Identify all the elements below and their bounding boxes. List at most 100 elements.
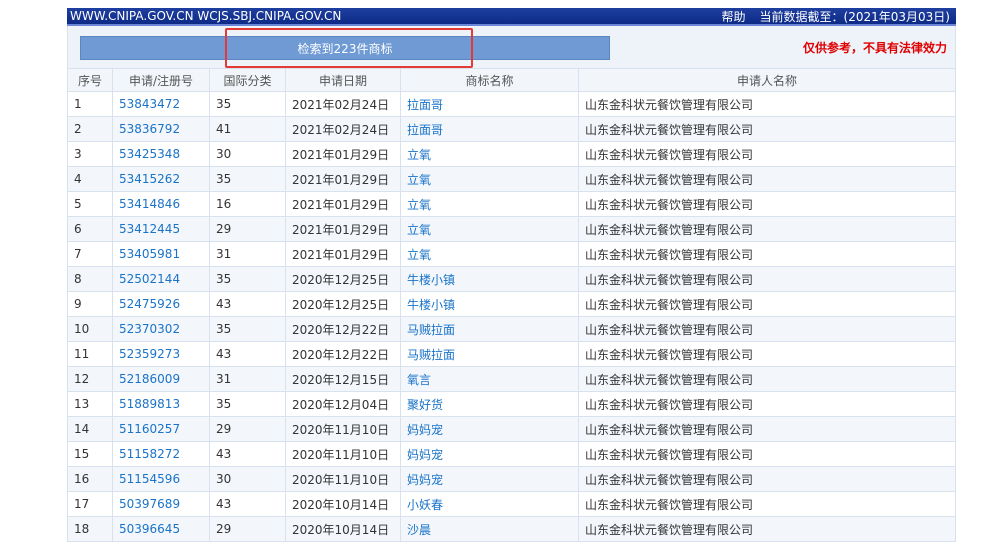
- trademark-name-link[interactable]: 立氧: [400, 241, 579, 267]
- trademark-name-link[interactable]: 立氧: [400, 216, 579, 242]
- trademark-name-link[interactable]: 聚好货: [400, 391, 579, 417]
- row-index: 14: [67, 416, 113, 442]
- applicant-cell: 山东金科状元餐饮管理有限公司: [578, 416, 956, 442]
- date-cell: 2020年10月14日: [285, 491, 401, 517]
- applicant-cell: 山东金科状元餐饮管理有限公司: [578, 191, 956, 217]
- reg-number-link[interactable]: 52502144: [112, 266, 210, 292]
- date-cell: 2021年01月29日: [285, 216, 401, 242]
- reg-number-link[interactable]: 50397689: [112, 491, 210, 517]
- applicant-cell: 山东金科状元餐饮管理有限公司: [578, 166, 956, 192]
- reg-number-link[interactable]: 52359273: [112, 341, 210, 367]
- applicant-cell: 山东金科状元餐饮管理有限公司: [578, 91, 956, 117]
- reg-number-link[interactable]: 51154596: [112, 466, 210, 492]
- row-index: 11: [67, 341, 113, 367]
- header-applicant: 申请人名称: [578, 68, 956, 92]
- trademark-name-link[interactable]: 拉面哥: [400, 116, 579, 142]
- applicant-cell: 山东金科状元餐饮管理有限公司: [578, 116, 956, 142]
- data-date: 当前数据截至：(2021年03月03日): [759, 9, 950, 24]
- table-row: 1 53843472 35 2021年02月24日 拉面哥 山东金科状元餐饮管理有限公司: [67, 91, 956, 117]
- reg-number-link[interactable]: 53836792: [112, 116, 210, 142]
- top-bar: WWW.CNIPA.GOV.CN WCJS.SBJ.CNIPA.GOV.CN 帮…: [67, 8, 956, 26]
- trademark-name-link[interactable]: 马贼拉面: [400, 316, 579, 342]
- row-index: 8: [67, 266, 113, 292]
- row-index: 7: [67, 241, 113, 267]
- table-row: 5 53414846 16 2021年01月29日 立氧 山东金科状元餐饮管理有限公司: [67, 191, 956, 217]
- help-link[interactable]: 帮助: [722, 8, 746, 25]
- row-index: 12: [67, 366, 113, 392]
- reg-number-link[interactable]: 52475926: [112, 291, 210, 317]
- reg-number-link[interactable]: 53405981: [112, 241, 210, 267]
- header-reg-number: 申请/注册号: [112, 68, 210, 92]
- trademark-name-link[interactable]: 立氧: [400, 166, 579, 192]
- class-cell: 29: [209, 216, 286, 242]
- search-result-label: 检索到223件商标: [297, 41, 393, 56]
- date-cell: 2021年01月29日: [285, 141, 401, 167]
- class-cell: 35: [209, 166, 286, 192]
- reg-number-link[interactable]: 53425348: [112, 141, 210, 167]
- applicant-cell: 山东金科状元餐饮管理有限公司: [578, 516, 956, 542]
- class-cell: 35: [209, 391, 286, 417]
- class-cell: 16: [209, 191, 286, 217]
- row-index: 10: [67, 316, 113, 342]
- trademark-name-link[interactable]: 妈妈宠: [400, 466, 579, 492]
- table-row: 6 53412445 29 2021年01月29日 立氧 山东金科状元餐饮管理有限公司: [67, 216, 956, 242]
- class-cell: 35: [209, 266, 286, 292]
- reg-number-link[interactable]: 53415262: [112, 166, 210, 192]
- reg-number-link[interactable]: 51889813: [112, 391, 210, 417]
- trademark-name-link[interactable]: 沙晨: [400, 516, 579, 542]
- applicant-cell: 山东金科状元餐饮管理有限公司: [578, 291, 956, 317]
- applicant-cell: 山东金科状元餐饮管理有限公司: [578, 316, 956, 342]
- trademark-name-link[interactable]: 氧言: [400, 366, 579, 392]
- reg-number-link[interactable]: 52370302: [112, 316, 210, 342]
- date-cell: 2021年01月29日: [285, 241, 401, 267]
- row-index: 4: [67, 166, 113, 192]
- trademark-name-link[interactable]: 小妖春: [400, 491, 579, 517]
- trademark-name-link[interactable]: 马贼拉面: [400, 341, 579, 367]
- reg-number-link[interactable]: 50396645: [112, 516, 210, 542]
- row-index: 6: [67, 216, 113, 242]
- applicant-cell: 山东金科状元餐饮管理有限公司: [578, 241, 956, 267]
- reg-number-link[interactable]: 53412445: [112, 216, 210, 242]
- reg-number-link[interactable]: 51160257: [112, 416, 210, 442]
- site-domains: WWW.CNIPA.GOV.CN WCJS.SBJ.CNIPA.GOV.CN: [70, 9, 342, 23]
- class-cell: 43: [209, 491, 286, 517]
- date-cell: 2020年12月25日: [285, 266, 401, 292]
- reg-number-link[interactable]: 53414846: [112, 191, 210, 217]
- row-index: 1: [67, 91, 113, 117]
- trademark-table: 序号 申请/注册号 国际分类 申请日期 商标名称 申请人名称 1 53843472…: [67, 68, 956, 542]
- reg-number-link[interactable]: 52186009: [112, 366, 210, 392]
- date-cell: 2021年01月29日: [285, 191, 401, 217]
- date-cell: 2020年12月25日: [285, 291, 401, 317]
- trademark-name-link[interactable]: 妈妈宠: [400, 441, 579, 467]
- applicant-cell: 山东金科状元餐饮管理有限公司: [578, 216, 956, 242]
- class-cell: 29: [209, 416, 286, 442]
- applicant-cell: 山东金科状元餐饮管理有限公司: [578, 266, 956, 292]
- trademark-name-link[interactable]: 拉面哥: [400, 91, 579, 117]
- table-row: 15 51158272 43 2020年11月10日 妈妈宠 山东金科状元餐饮管理有限公司: [67, 441, 956, 467]
- reg-number-link[interactable]: 51158272: [112, 441, 210, 467]
- trademark-name-link[interactable]: 妈妈宠: [400, 416, 579, 442]
- class-cell: 31: [209, 241, 286, 267]
- class-cell: 29: [209, 516, 286, 542]
- trademark-name-link[interactable]: 牛楼小镇: [400, 266, 579, 292]
- applicant-cell: 山东金科状元餐饮管理有限公司: [578, 366, 956, 392]
- class-cell: 43: [209, 291, 286, 317]
- table-row: 16 51154596 30 2020年11月10日 妈妈宠 山东金科状元餐饮管理有限公司: [67, 466, 956, 492]
- date-cell: 2020年11月10日: [285, 466, 401, 492]
- table-row: 11 52359273 43 2020年12月22日 马贼拉面 山东金科状元餐饮管理有限公…: [67, 341, 956, 367]
- applicant-cell: 山东金科状元餐饮管理有限公司: [578, 441, 956, 467]
- reg-number-link[interactable]: 53843472: [112, 91, 210, 117]
- search-result-row: 检索到223件商标 仅供参考，不具有法律效力: [67, 26, 956, 68]
- trademark-name-link[interactable]: 立氧: [400, 141, 579, 167]
- table-row: 18 50396645 29 2020年10月14日 沙晨 山东金科状元餐饮管理有限公司: [67, 516, 956, 542]
- row-index: 18: [67, 516, 113, 542]
- date-cell: 2020年11月10日: [285, 441, 401, 467]
- search-result-button[interactable]: 检索到223件商标: [80, 36, 610, 60]
- header-index: 序号: [67, 68, 113, 92]
- applicant-cell: 山东金科状元餐饮管理有限公司: [578, 341, 956, 367]
- table-header-row: 序号 申请/注册号 国际分类 申请日期 商标名称 申请人名称: [67, 68, 956, 92]
- trademark-name-link[interactable]: 立氧: [400, 191, 579, 217]
- row-index: 15: [67, 441, 113, 467]
- table-row: 17 50397689 43 2020年10月14日 小妖春 山东金科状元餐饮管理有限公司: [67, 491, 956, 517]
- trademark-name-link[interactable]: 牛楼小镇: [400, 291, 579, 317]
